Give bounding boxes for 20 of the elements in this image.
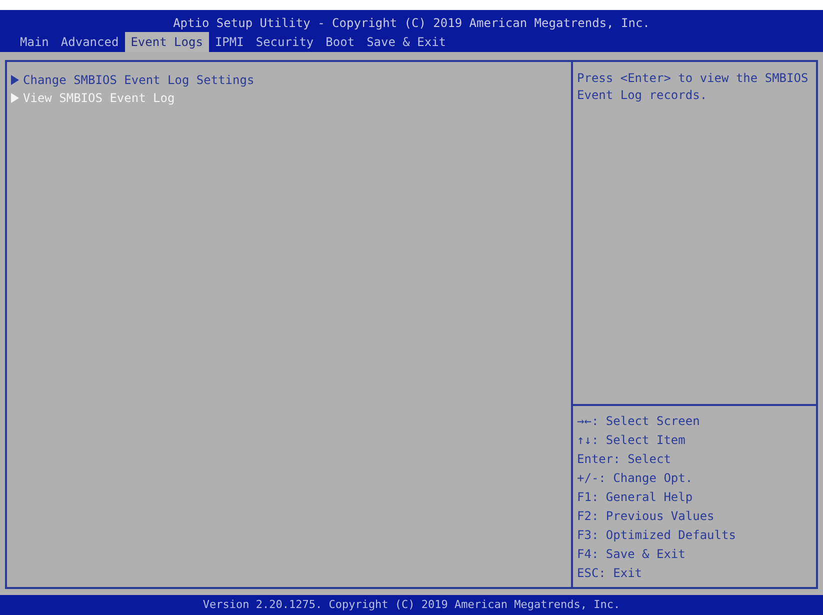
key-help-text: →←: Select Screen	[577, 413, 701, 430]
key-help-text: F4: Save & Exit	[577, 546, 686, 563]
tab[interactable]: Boot	[320, 32, 361, 52]
key-help-text: F3: Optimized Defaults	[577, 527, 737, 544]
menu-item[interactable]: Change SMBIOS Event Log Settings	[11, 72, 567, 88]
tab[interactable]: Security	[250, 32, 320, 52]
key-help-text: ↑↓: Select Item	[577, 432, 686, 449]
tab[interactable]: Save & Exit	[360, 32, 452, 52]
key-help-text: F1: General Help	[577, 489, 694, 506]
tab[interactable]: Event Logs	[124, 32, 209, 52]
key-help-text: +/-: Change Opt.	[577, 470, 694, 487]
window-title: Aptio Setup Utility - Copyright (C) 2019 American Megatrends, Inc.	[173, 15, 650, 32]
key-help-text: Enter: Select	[577, 451, 672, 468]
tab[interactable]: Main	[14, 32, 55, 52]
key-help-text: F2: Previous Values	[577, 508, 716, 525]
key-help-text: ESC: Exit	[577, 565, 644, 582]
tab[interactable]: Advanced	[54, 32, 125, 52]
tab[interactable]: IPMI	[208, 32, 250, 52]
status-bar: Version 2.20.1275. Copyright (C) 2019 American Megatrends, Inc.	[0, 595, 823, 615]
help-text: Press <Enter> to view the SMBIOS Event Log records.	[573, 62, 816, 406]
